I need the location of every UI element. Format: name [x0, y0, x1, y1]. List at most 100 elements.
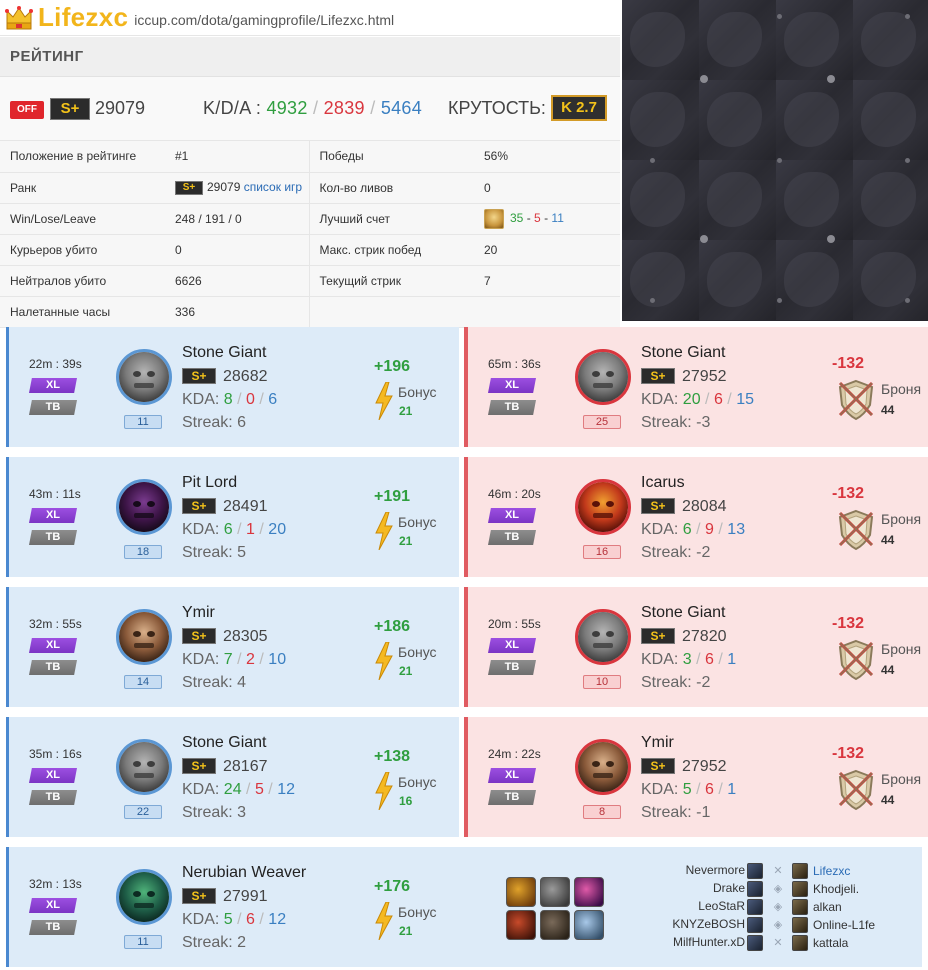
match-card[interactable]: 22m : 39s XL TB 11 Stone Giant S+ 28682 KDA: 8 … [6, 327, 459, 447]
player-name[interactable]: Drake [713, 881, 745, 895]
match-card[interactable]: 46m : 20s XL TB 16 Icarus S+ 28084 KDA: 6 / 9 /… [464, 457, 928, 577]
pattern-tile [699, 160, 776, 240]
player-name[interactable]: kattala [813, 936, 848, 950]
player-name[interactable]: Online-L1fe [813, 918, 875, 932]
match-rating: 28491 [223, 498, 268, 515]
match-card[interactable]: 20m : 55s XL TB 10 Stone Giant S+ 27820 KDA: 3 … [464, 587, 928, 707]
rating-change: +196 [374, 358, 411, 375]
stat-label [309, 296, 474, 328]
assists: 10 [268, 651, 287, 668]
assists: 12 [277, 781, 295, 798]
hero-level-badge: 11 [124, 415, 162, 429]
rank-value: 29079 [207, 180, 241, 195]
deaths: 6 [705, 651, 714, 668]
armor-label: Броня [881, 511, 922, 527]
pattern-tile [699, 0, 776, 80]
player-hero-icon[interactable] [792, 863, 808, 879]
match-kda: KDA: 7 / 2 / 10 [182, 651, 286, 669]
match-card[interactable]: 24m : 22s XL TB 8 Ymir S+ 27952 KDA: 5 / 6 / 1S… [464, 717, 928, 837]
hero-portrait-icon[interactable] [484, 208, 504, 229]
match-duration: 46m : 20s [488, 487, 541, 501]
match-card[interactable]: 43m : 11s XL TB 18 Pit Lord S+ 28491 KDA: 6 / 1… [6, 457, 459, 577]
background-pattern [622, 0, 928, 321]
match-duration: 24m : 22s [488, 747, 541, 761]
player-hero-icon[interactable] [792, 917, 808, 933]
item-slot-icon[interactable] [506, 910, 536, 940]
player-name[interactable]: LeoStaR [698, 899, 745, 913]
player-hero-icon[interactable] [792, 935, 808, 951]
kda-separator: / [313, 98, 319, 118]
mode-chip-tb: TB [29, 530, 77, 545]
player-name[interactable]: MilfHunter.xD [673, 935, 745, 949]
ymir-icon[interactable] [116, 609, 172, 665]
profile-url[interactable]: iccup.com/dota/gamingprofile/Lifezxc.htm… [134, 12, 394, 28]
crown-icon [5, 5, 33, 29]
kda-label: KDA: [182, 521, 220, 538]
assists: 20 [268, 521, 287, 538]
stat-label: Ранк [0, 172, 165, 204]
stone-giant-icon[interactable] [116, 349, 172, 405]
player-name[interactable]: KNYZeBOSH [672, 917, 745, 931]
item-slot-icon[interactable] [506, 877, 536, 907]
table-row: Нейтралов убито 6626 Текущий стрик 7 [0, 265, 620, 297]
match-card[interactable]: 35m : 16s XL TB 22 Stone Giant S+ 28167 KDA: 24… [6, 717, 459, 837]
icarus-icon[interactable] [575, 479, 631, 535]
player-hero-icon[interactable] [747, 899, 763, 915]
pattern-dot [650, 298, 655, 303]
stat-label: Положение в рейтинге [0, 141, 165, 173]
rating-change: +176 [374, 878, 411, 895]
ymir-icon[interactable] [575, 739, 631, 795]
pattern-tile [853, 240, 928, 320]
player-hero-icon[interactable] [747, 863, 763, 879]
player-row: Drake [543, 881, 745, 898]
hero-level-badge: 8 [583, 805, 621, 819]
stat-label: Текущий стрик [309, 265, 474, 297]
versus-icon: ✕ [773, 865, 783, 877]
bonus-label: Бонус [398, 644, 437, 660]
match-kda: KDA: 5 / 6 / 1 [641, 781, 736, 799]
player-hero-icon[interactable] [747, 881, 763, 897]
player-hero-icon[interactable] [747, 917, 763, 933]
pattern-tile [853, 80, 928, 160]
match-card[interactable]: 32m : 55s XL TB 14 Ymir S+ 28305 KDA: 7 / 2 / 1… [6, 587, 459, 707]
match-streak: Streak: 3 [182, 804, 247, 821]
match-duration: 65m : 36s [488, 357, 541, 371]
armor-shield-icon [834, 377, 878, 421]
rank-badge: S+ [182, 368, 216, 384]
stat-value: 20 [474, 234, 620, 266]
shield-icon: ◈ [773, 919, 783, 931]
shield-icon: ◈ [773, 901, 783, 913]
armor-label: Броня [881, 641, 922, 657]
deaths: 6 [713, 391, 723, 408]
stone-giant-icon[interactable] [116, 739, 172, 795]
match-card[interactable]: 65m : 36s XL TB 25 Stone Giant S+ 27952 KDA: 20… [464, 327, 928, 447]
stone-giant-icon[interactable] [575, 609, 631, 665]
player-name[interactable]: alkan [813, 900, 842, 914]
pattern-tile [776, 240, 853, 320]
stone-giant-icon[interactable] [575, 349, 631, 405]
assists: 1 [727, 781, 737, 798]
player-hero-icon[interactable] [792, 881, 808, 897]
pattern-tile [699, 240, 776, 320]
player-hero-icon[interactable] [747, 935, 763, 951]
stat-label: Нейтралов убито [0, 265, 165, 297]
armor-label: Броня [881, 381, 922, 397]
coolness-label: КРУТОСТЬ: [448, 98, 546, 118]
player-name[interactable]: Khodjeli. [813, 882, 859, 896]
player-name[interactable]: Nevermore [686, 863, 745, 877]
kills: 8 [223, 391, 233, 408]
rank-badge: S+ [182, 628, 216, 644]
hero-name: Stone Giant [641, 344, 726, 361]
games-list-link[interactable]: список игр [244, 180, 302, 194]
mode-chip-tb: TB [29, 660, 77, 675]
bonus-value: 21 [399, 404, 413, 418]
nerubian-weaver-icon[interactable] [116, 869, 172, 925]
kda-separator: / [254, 521, 269, 538]
match-card[interactable]: 32m : 13s XL TB 11 Nerubian Weaver S+ 27991 KDA… [6, 847, 922, 967]
player-name[interactable]: Lifezxc [813, 864, 850, 878]
player-hero-icon[interactable] [792, 899, 808, 915]
armor-value: 44 [881, 403, 895, 417]
hero-name: Ymir [182, 604, 215, 621]
pit-lord-icon[interactable] [116, 479, 172, 535]
stat-value: 7 [474, 265, 620, 297]
